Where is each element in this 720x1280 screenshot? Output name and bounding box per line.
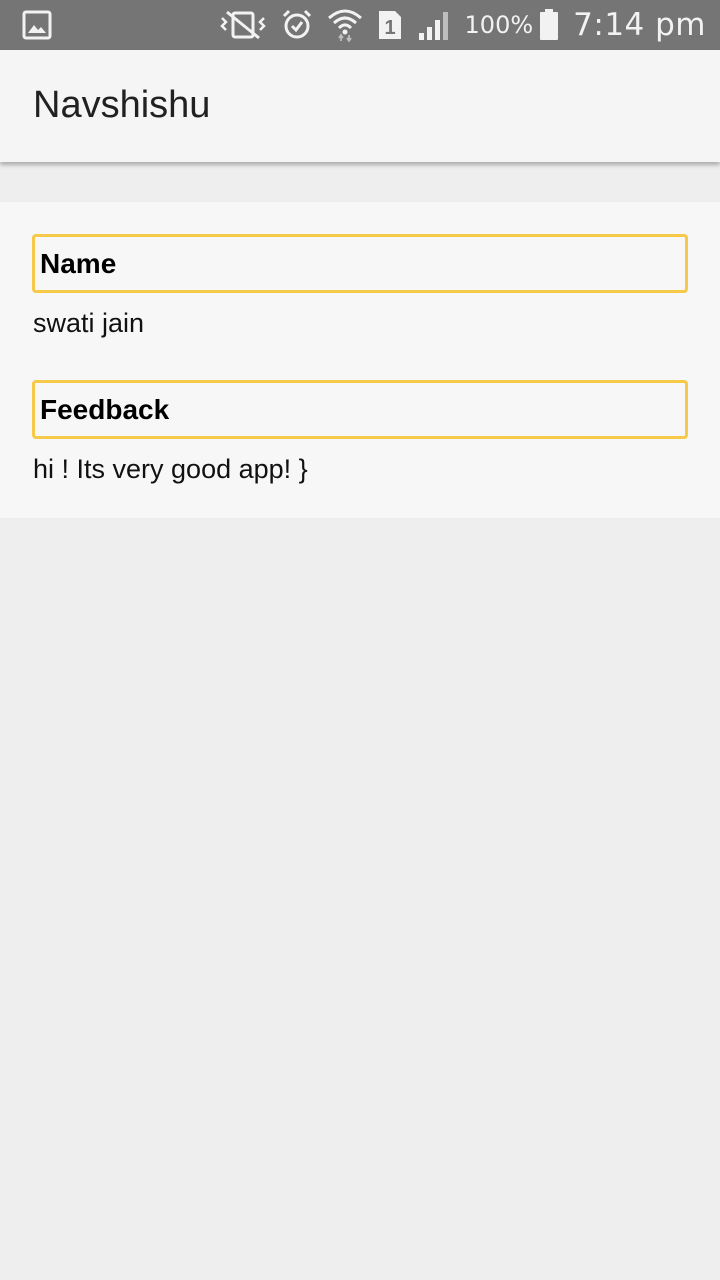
alarm-icon (281, 9, 313, 41)
app-bar: Navshishu (0, 50, 720, 162)
status-time: 7:14 pm (573, 7, 706, 43)
battery-icon (539, 9, 559, 41)
status-icons: 1 100% 7:14 pm (219, 0, 706, 50)
feedback-label-box: Feedback (32, 380, 688, 439)
feedback-label: Feedback (40, 394, 170, 425)
battery-percent: 100% (464, 11, 534, 39)
sim-number: 1 (384, 17, 395, 39)
status-bar: 1 100% 7:14 pm (0, 0, 720, 50)
feedback-card: Name swati jain Feedback hi ! Its very g… (0, 202, 720, 518)
wifi-icon (327, 9, 363, 42)
name-label-box: Name (32, 234, 688, 293)
app-title: Navshishu (33, 84, 211, 126)
vibrate-icon (219, 9, 267, 41)
feedback-value: hi ! Its very good app! } (33, 454, 308, 484)
image-notification-icon (22, 10, 52, 40)
name-value: swati jain (33, 308, 145, 338)
signal-icon (417, 9, 451, 41)
name-label: Name (40, 248, 117, 279)
sim-1-icon: 1 (377, 9, 403, 41)
